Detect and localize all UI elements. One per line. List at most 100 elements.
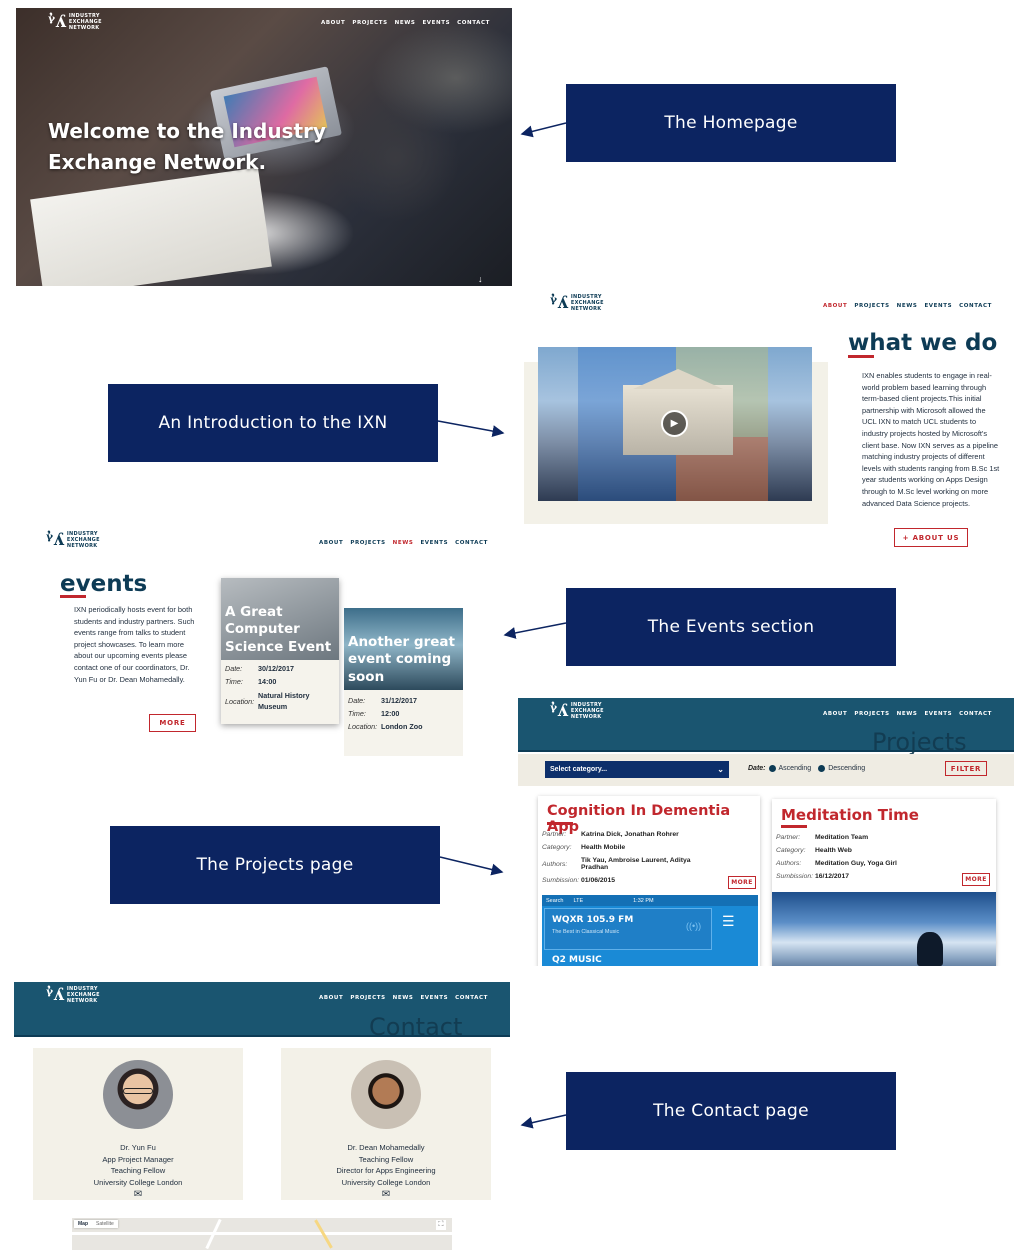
meta-submission-value: 16/12/2017 [815, 873, 850, 880]
meditating-person-shape [917, 932, 943, 966]
event-card[interactable]: A Great Computer Science Event Date: 30/1… [221, 578, 339, 724]
events-body: IXN periodically hosts event for both st… [74, 605, 195, 684]
status-carrier: LTE [573, 897, 584, 904]
avatar-glasses-shape [123, 1088, 153, 1094]
meta-time-label: Time: [348, 709, 366, 718]
meta-authors-label: Authors: [776, 860, 802, 867]
nav-contact[interactable]: CONTACT [959, 711, 992, 717]
nav-about[interactable]: ABOUT [823, 711, 847, 717]
contact-info: Dr. Yun Fu App Project Manager Teaching … [94, 1142, 183, 1200]
map-tab-satellite[interactable]: Satellite [92, 1220, 118, 1228]
contact-card: Dr. Dean Mohamedally Teaching Fellow Dir… [281, 1048, 491, 1200]
avatar [103, 1060, 173, 1129]
location-map[interactable]: Map Satellite ⛶ [72, 1218, 452, 1250]
nav-contact[interactable]: CONTACT [455, 995, 488, 1001]
callout-homepage: The Homepage [566, 84, 896, 162]
contact-role: App Project Manager [102, 1154, 174, 1164]
filter-button[interactable]: FILTER [945, 761, 987, 776]
meta-date-value: 31/12/2017 [381, 696, 417, 705]
main-nav: ABOUT PROJECTS NEWS EVENTS CONTACT [823, 711, 992, 717]
arrow-down-icon[interactable]: ↓ [478, 274, 483, 284]
meta-time-value: 12:00 [381, 709, 400, 718]
app-screenshot: Search LTE 1:32 PM WQXR 105.9 FM The Bes… [542, 895, 758, 966]
site-logo[interactable]: ᵞ̓ʎ INDUSTRY EXCHANGE NETWORK [550, 702, 604, 720]
event-card-title: Another great event coming soon [348, 633, 455, 685]
nav-events[interactable]: EVENTS [924, 711, 952, 717]
project-card-title: Meditation Time [781, 806, 919, 824]
logo-text-line3: NETWORK [570, 306, 602, 312]
nav-about[interactable]: ABOUT [823, 303, 847, 309]
event-card[interactable]: Another great event coming soon Date: 31/… [344, 608, 463, 756]
nav-about[interactable]: ABOUT [321, 20, 345, 26]
meta-partner-label: Partner: [776, 834, 801, 841]
station-tagline: The Best in Classical Music [552, 929, 620, 935]
nav-contact[interactable]: CONTACT [959, 303, 992, 309]
meta-time-label: Time: [225, 677, 243, 686]
hero-title-line1: Welcome to the Industry [48, 119, 326, 143]
project-more-button[interactable]: MORE [962, 873, 990, 886]
phone-status-bar: Search LTE 1:32 PM [542, 895, 758, 906]
meta-location-label: Location: [225, 696, 255, 706]
radio-ascending[interactable] [768, 765, 776, 772]
menu-icon[interactable]: ☰ [722, 913, 735, 930]
about-us-button[interactable]: + ABOUT US [894, 528, 968, 547]
meta-submission-label: Sumbission: [542, 877, 580, 884]
radio-descending[interactable] [818, 765, 826, 772]
avatar [351, 1060, 421, 1129]
events-more-button[interactable]: MORE [149, 714, 196, 732]
nav-news[interactable]: NEWS [897, 303, 918, 309]
meta-category-value: Health Mobile [581, 844, 626, 851]
nav-events[interactable]: EVENTS [420, 540, 448, 546]
project-more-button[interactable]: MORE [728, 876, 756, 889]
nav-news[interactable]: NEWS [897, 711, 918, 717]
meta-authors-value: Meditation Guy, Yoga Girl [815, 860, 897, 867]
nav-about[interactable]: ABOUT [319, 995, 343, 1001]
meta-authors-value: Tik Yau, Ambroise Laurent, Aditya Pradha… [581, 857, 691, 871]
category-select-value: Select category... [550, 766, 608, 773]
project-title-underline [781, 825, 807, 828]
fullscreen-icon[interactable]: ⛶ [436, 1220, 446, 1230]
nav-contact[interactable]: CONTACT [455, 540, 488, 546]
nav-projects[interactable]: PROJECTS [854, 303, 889, 309]
project-card[interactable]: Cognition In Dementia App Partner: Katrin… [538, 796, 760, 966]
nav-contact[interactable]: CONTACT [457, 20, 490, 26]
nav-events[interactable]: EVENTS [422, 20, 450, 26]
paper-shape [30, 167, 272, 286]
site-logo[interactable]: ᵞ̓ʎ INDUSTRY EXCHANGE NETWORK [46, 986, 100, 1004]
intro-video[interactable]: ▶ [538, 347, 812, 501]
intro-screenshot: ᵞ̓ʎ INDUSTRY EXCHANGE NETWORK ABOUT PROJ… [520, 288, 1014, 558]
nav-news[interactable]: NEWS [395, 20, 416, 26]
meta-date-value: 30/12/2017 [258, 664, 294, 673]
meta-time-value: 14:00 [258, 677, 277, 686]
callout-contact: The Contact page [566, 1072, 896, 1150]
callout-projects: The Projects page [110, 826, 440, 904]
nav-events[interactable]: EVENTS [924, 303, 952, 309]
site-logo[interactable]: ᵞ̓ʎ INDUSTRY EXCHANGE NETWORK [46, 531, 100, 549]
nav-projects[interactable]: PROJECTS [352, 20, 387, 26]
projects-screenshot: ᵞ̓ʎ INDUSTRY EXCHANGE NETWORK ABOUT PROJ… [518, 698, 1014, 966]
meta-location-value: Natural History Museum [258, 691, 310, 711]
nav-projects[interactable]: PROJECTS [854, 711, 889, 717]
play-icon[interactable]: ▶ [661, 410, 688, 437]
nav-news[interactable]: NEWS [393, 540, 414, 546]
hero-title-line2: Exchange Network. [48, 150, 267, 174]
contact-card: Dr. Yun Fu App Project Manager Teaching … [33, 1048, 243, 1200]
site-logo[interactable]: ᵞ̓ʎ INDUSTRY EXCHANGE NETWORK [48, 13, 102, 31]
intro-title: what we do [848, 330, 998, 356]
homepage-screenshot: ᵞ̓ʎ INDUSTRY EXCHANGE NETWORK ABOUT PROJ… [16, 8, 512, 286]
chevron-down-icon: ⌄ [717, 765, 724, 774]
nav-news[interactable]: NEWS [393, 995, 414, 1001]
envelope-icon[interactable]: ✉ [336, 1189, 435, 1200]
nav-projects[interactable]: PROJECTS [350, 540, 385, 546]
category-select[interactable]: Select category... ⌄ [545, 761, 729, 778]
map-tab-map[interactable]: Map [74, 1220, 92, 1228]
nav-events[interactable]: EVENTS [420, 995, 448, 1001]
contact-org: University College London [341, 1178, 431, 1188]
site-logo[interactable]: ᵞ̓ʎ INDUSTRY EXCHANGE NETWORK [550, 294, 604, 312]
project-card[interactable]: Meditation Time Partner: Meditation Team … [772, 799, 996, 966]
nav-projects[interactable]: PROJECTS [350, 995, 385, 1001]
sort-ascending-label: Ascending [778, 765, 812, 772]
nav-about[interactable]: ABOUT [319, 540, 343, 546]
envelope-icon[interactable]: ✉ [94, 1189, 183, 1200]
meta-partner-label: Partner: [542, 831, 567, 838]
